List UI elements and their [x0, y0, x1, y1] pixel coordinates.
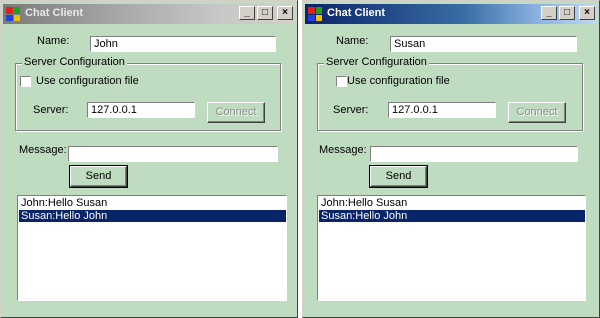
name-input[interactable]: John — [90, 36, 276, 52]
send-button[interactable]: Send — [369, 165, 428, 188]
window-title: Chat Client — [327, 7, 386, 19]
server-label: Server: — [333, 104, 369, 116]
group-title: Server Configuration — [22, 56, 127, 68]
close-button[interactable]: × — [277, 6, 293, 20]
message-input[interactable] — [68, 146, 278, 162]
maximize-button[interactable]: □ — [559, 6, 575, 20]
server-input[interactable]: 127.0.0.1 — [87, 102, 195, 118]
chat-window-susan: Chat Client _ □ × Name: Susan Server Con… — [302, 0, 600, 318]
use-config-checkbox[interactable] — [20, 76, 31, 87]
name-label: Name: — [336, 35, 369, 47]
list-item-selected[interactable]: Susan:Hello John — [319, 210, 585, 222]
send-button[interactable]: Send — [69, 165, 128, 188]
connect-button[interactable]: Connect — [207, 102, 265, 123]
app-icon — [6, 7, 20, 21]
name-input[interactable]: Susan — [390, 36, 577, 52]
message-label: Message: — [19, 144, 67, 156]
minimize-button[interactable]: _ — [239, 6, 255, 20]
message-input[interactable] — [370, 146, 578, 162]
use-config-checkbox[interactable] — [336, 76, 347, 87]
use-config-label[interactable]: Use configuration file — [36, 75, 139, 87]
close-button[interactable]: × — [579, 6, 595, 20]
message-list[interactable]: John:Hello Susan Susan:Hello John — [317, 195, 586, 301]
use-config-label[interactable]: Use configuration file — [347, 75, 450, 87]
app-icon — [308, 7, 322, 21]
minimize-button[interactable]: _ — [541, 6, 557, 20]
list-item-selected[interactable]: Susan:Hello John — [19, 210, 286, 222]
server-label: Server: — [33, 104, 69, 116]
connect-button[interactable]: Connect — [508, 102, 566, 123]
list-item[interactable]: John:Hello Susan — [19, 197, 286, 209]
window-title: Chat Client — [25, 7, 84, 19]
maximize-button[interactable]: □ — [257, 6, 273, 20]
group-title: Server Configuration — [324, 56, 429, 68]
message-label: Message: — [319, 144, 367, 156]
name-label: Name: — [37, 35, 70, 47]
message-list[interactable]: John:Hello Susan Susan:Hello John — [17, 195, 287, 301]
list-item[interactable]: John:Hello Susan — [319, 197, 585, 209]
title-bar[interactable]: Chat Client _ □ × — [305, 4, 597, 24]
chat-window-john: Chat Client _ □ × Name: John Server Conf… — [0, 0, 298, 318]
title-bar[interactable]: Chat Client _ □ × — [3, 4, 295, 24]
server-input[interactable]: 127.0.0.1 — [388, 102, 496, 118]
